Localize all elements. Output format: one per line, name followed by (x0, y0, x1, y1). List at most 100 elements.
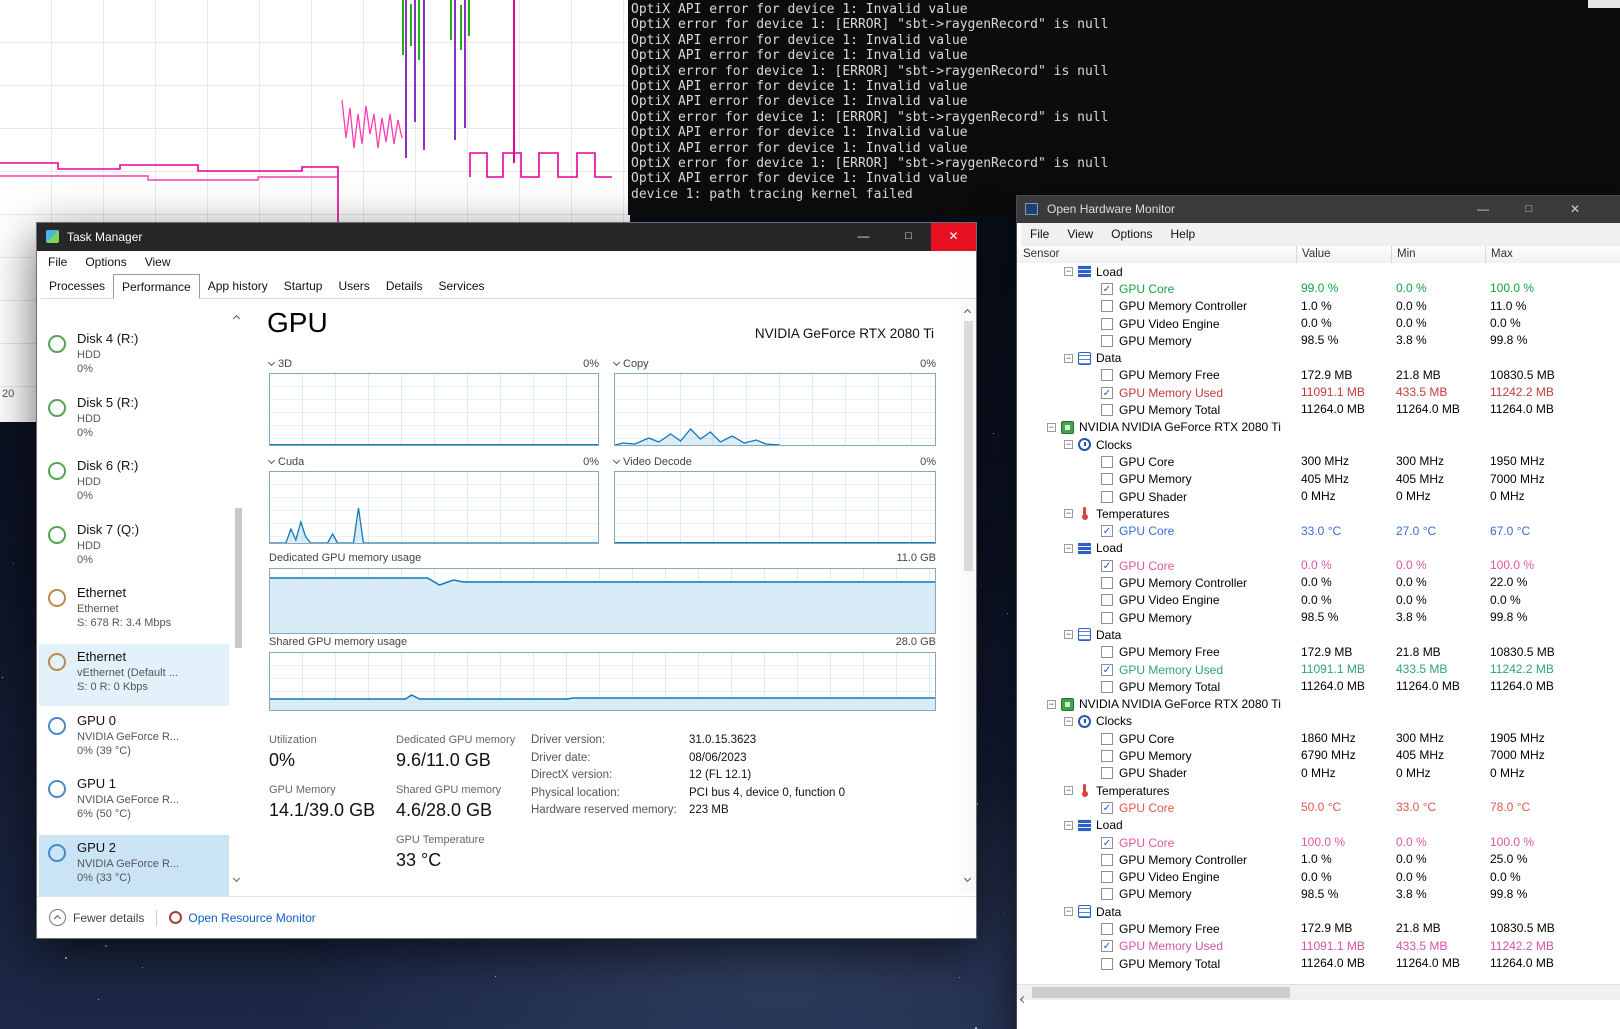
sensor-row[interactable]: ✓ GPU Core 50.0 °C 33.0 °C 78.0 °C (1017, 799, 1620, 816)
column-header-value[interactable]: Value (1296, 246, 1396, 263)
column-header-min[interactable]: Min (1391, 246, 1490, 263)
sensor-row[interactable]: GPU Memory 98.5 % 3.8 % 99.8 % (1017, 332, 1620, 349)
sensor-row[interactable]: ✓ GPU Core 100.0 % 0.0 % 100.0 % (1017, 834, 1620, 851)
tree-group-row[interactable]: − NVIDIA NVIDIA GeForce RTX 2080 Ti (1017, 419, 1620, 436)
sensor-row[interactable]: GPU Shader 0 MHz 0 MHz 0 MHz (1017, 765, 1620, 782)
ohm-maximize-button[interactable]: □ (1513, 196, 1545, 223)
tree-group-row[interactable]: − Clocks (1017, 713, 1620, 730)
tree-group-row[interactable]: − Temperatures (1017, 505, 1620, 522)
tab-performance[interactable]: Performance (113, 274, 200, 299)
tab-app-history[interactable]: App history (200, 274, 276, 297)
tree-collapse-icon[interactable]: − (1064, 440, 1073, 450)
sensor-checkbox[interactable]: ✓ (1101, 386, 1113, 399)
close-button[interactable]: ✕ (931, 223, 976, 251)
chevron-down-icon[interactable] (267, 358, 276, 367)
sensor-row[interactable]: GPU Core 300 MHz 300 MHz 1950 MHz (1017, 453, 1620, 470)
sensor-row[interactable]: GPU Memory 405 MHz 405 MHz 7000 MHz (1017, 471, 1620, 488)
tree-group-row[interactable]: − Data (1017, 350, 1620, 367)
tm-menu-file[interactable]: File (39, 251, 76, 273)
sensor-row[interactable]: GPU Memory 6790 MHz 405 MHz 7000 MHz (1017, 747, 1620, 764)
tree-collapse-icon[interactable]: − (1064, 820, 1073, 830)
scroll-left-icon[interactable] (1019, 989, 1028, 1007)
sensor-checkbox[interactable] (1101, 369, 1113, 382)
sensor-checkbox[interactable] (1101, 611, 1113, 624)
sensor-row[interactable]: GPU Shader 0 MHz 0 MHz 0 MHz (1017, 488, 1620, 505)
ohm-menu-view[interactable]: View (1058, 223, 1102, 245)
tree-collapse-icon[interactable]: − (1064, 543, 1073, 553)
sensor-checkbox[interactable] (1101, 594, 1113, 607)
chevron-down-icon[interactable] (612, 456, 621, 465)
sidebar-item-ethernet[interactable]: Ethernet vEthernet (Default ... S: 0 R: 0 … (39, 644, 229, 706)
tree-group-row[interactable]: − Load (1017, 263, 1620, 280)
sensor-checkbox[interactable]: ✓ (1101, 801, 1113, 814)
scroll-up-icon[interactable] (963, 302, 972, 320)
sensor-checkbox[interactable] (1101, 490, 1113, 503)
terminal-scrollbar[interactable] (1588, 0, 1620, 8)
tree-group-row[interactable]: − Data (1017, 626, 1620, 643)
ohm-titlebar[interactable]: Open Hardware Monitor — □ ✕ (1017, 196, 1620, 223)
ohm-menu-options[interactable]: Options (1102, 223, 1161, 245)
sensor-row[interactable]: GPU Memory Free 172.9 MB 21.8 MB 10830.5 MB (1017, 367, 1620, 384)
ohm-menu-file[interactable]: File (1021, 223, 1058, 245)
tree-collapse-icon[interactable]: − (1064, 786, 1073, 796)
sensor-checkbox[interactable]: ✓ (1101, 940, 1113, 953)
task-manager-titlebar[interactable]: Task Manager — □ ✕ (37, 223, 976, 251)
sensor-row[interactable]: GPU Memory Free 172.9 MB 21.8 MB 10830.5 MB (1017, 920, 1620, 937)
sensor-checkbox[interactable]: ✓ (1101, 525, 1113, 538)
scroll-down-icon[interactable] (232, 870, 241, 888)
sensor-row[interactable]: GPU Memory Controller 1.0 % 0.0 % 25.0 % (1017, 851, 1620, 868)
sensor-checkbox[interactable]: ✓ (1101, 836, 1113, 849)
tree-collapse-icon[interactable]: − (1064, 630, 1073, 640)
sensor-checkbox[interactable] (1101, 334, 1113, 347)
ohm-horizontal-scrollbar[interactable] (1017, 984, 1620, 1004)
ohm-minimize-button[interactable]: — (1467, 196, 1499, 223)
tree-collapse-icon[interactable]: − (1064, 267, 1073, 277)
sensor-row[interactable]: GPU Memory Total 11264.0 MB 11264.0 MB 1126… (1017, 678, 1620, 695)
sensor-row[interactable]: GPU Memory Total 11264.0 MB 11264.0 MB 1126… (1017, 955, 1620, 972)
tab-users[interactable]: Users (330, 274, 377, 297)
sensor-checkbox[interactable] (1101, 853, 1113, 866)
sensor-checkbox[interactable] (1101, 300, 1113, 313)
sensor-checkbox[interactable] (1101, 871, 1113, 884)
sensor-checkbox[interactable] (1101, 680, 1113, 693)
sensor-row[interactable]: ✓ GPU Memory Used 11091.1 MB 433.5 MB 11242.… (1017, 661, 1620, 678)
sidebar-item-disk-7-q[interactable]: Disk 7 (Q:) HDD 0% (39, 517, 229, 579)
sensor-checkbox[interactable] (1101, 317, 1113, 330)
sensor-row[interactable]: GPU Video Engine 0.0 % 0.0 % 0.0 % (1017, 869, 1620, 886)
sensor-checkbox[interactable] (1101, 732, 1113, 745)
sensor-checkbox[interactable] (1101, 646, 1113, 659)
tree-group-row[interactable]: − Data (1017, 903, 1620, 920)
tree-collapse-icon[interactable]: − (1047, 422, 1056, 432)
sensor-row[interactable]: GPU Memory Controller 0.0 % 0.0 % 22.0 % (1017, 574, 1620, 591)
tab-details[interactable]: Details (378, 274, 431, 297)
scrollbar-thumb[interactable] (964, 321, 973, 571)
sidebar-item-gpu-2[interactable]: GPU 2 NVIDIA GeForce R... 0% (33 °C) (39, 834, 229, 897)
sensor-row[interactable]: GPU Memory 98.5 % 3.8 % 99.8 % (1017, 886, 1620, 903)
tree-collapse-icon[interactable]: − (1064, 907, 1073, 917)
sensor-checkbox[interactable] (1101, 455, 1113, 468)
sensor-checkbox[interactable] (1101, 957, 1113, 970)
sensor-checkbox[interactable]: ✓ (1101, 559, 1113, 572)
column-header-max[interactable]: Max (1485, 246, 1611, 263)
open-resource-monitor-link[interactable]: Open Resource Monitor (169, 911, 316, 925)
sidebar-item-disk-4-r[interactable]: Disk 4 (R:) HDD 0% (39, 326, 229, 388)
sensor-checkbox[interactable] (1101, 888, 1113, 901)
sensor-checkbox[interactable] (1101, 473, 1113, 486)
sidebar-item-gpu-1[interactable]: GPU 1 NVIDIA GeForce R... 6% (50 °C) (39, 771, 229, 833)
tm-menu-view[interactable]: View (136, 251, 180, 273)
scroll-up-icon[interactable] (232, 308, 241, 326)
sensor-checkbox[interactable] (1101, 577, 1113, 590)
sensor-row[interactable]: ✓ GPU Memory Used 11091.1 MB 433.5 MB 11242.… (1017, 384, 1620, 401)
sidebar-item-ethernet[interactable]: Ethernet Ethernet S: 678 R: 3.4 Mbps (39, 580, 229, 642)
tm-menu-options[interactable]: Options (76, 251, 135, 273)
fewer-details-button[interactable]: Fewer details (49, 909, 144, 926)
tree-collapse-icon[interactable]: − (1047, 699, 1056, 709)
tree-group-row[interactable]: − Load (1017, 817, 1620, 834)
tree-group-row[interactable]: − NVIDIA NVIDIA GeForce RTX 2080 Ti (1017, 696, 1620, 713)
sensor-row[interactable]: GPU Memory 98.5 % 3.8 % 99.8 % (1017, 609, 1620, 626)
chevron-down-icon[interactable] (267, 456, 276, 465)
ohm-column-headers[interactable]: Sensor Value Min Max (1017, 246, 1620, 264)
sensor-checkbox[interactable] (1101, 923, 1113, 936)
chevron-down-icon[interactable] (612, 358, 621, 367)
sensor-checkbox[interactable] (1101, 767, 1113, 780)
